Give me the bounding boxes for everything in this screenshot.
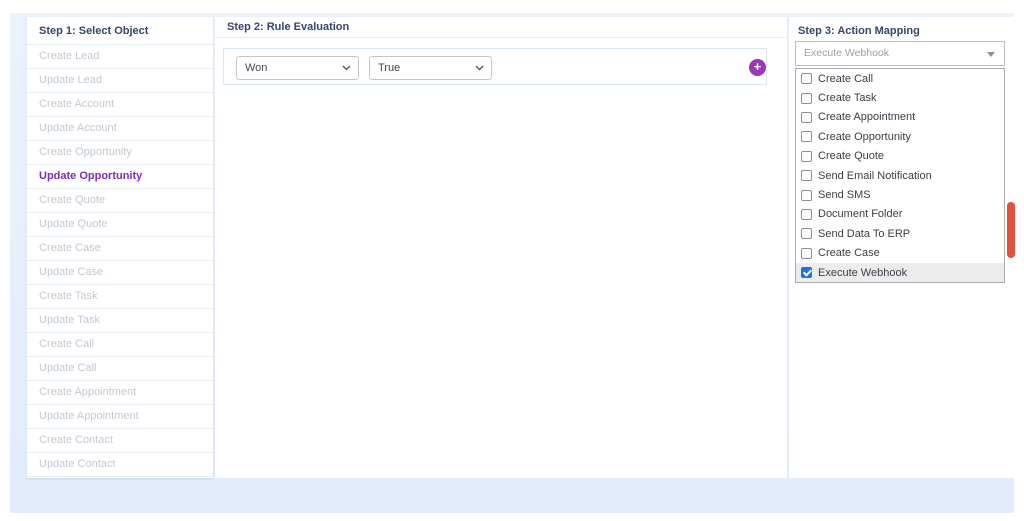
action-checkbox[interactable] <box>801 247 812 259</box>
step1-select-object-panel: Step 1: Select Object Create Lead Update… <box>27 17 213 478</box>
action-checkbox[interactable] <box>801 92 812 104</box>
action-option[interactable]: Send SMS <box>796 185 1004 204</box>
action-option[interactable]: Create Task <box>796 88 1004 107</box>
action-checkbox[interactable] <box>801 208 812 220</box>
action-mapping-select[interactable]: Execute Webhook <box>795 41 1005 66</box>
action-option[interactable]: Create Quote <box>796 147 1004 166</box>
action-option-label: Send Email Notification <box>818 169 932 182</box>
sidebar-item-object[interactable]: Update Call <box>27 357 213 381</box>
action-option-label: Execute Webhook <box>818 266 908 279</box>
rule-condition-select[interactable]: True <box>369 56 492 80</box>
action-checkbox[interactable] <box>801 228 812 240</box>
action-option-label: Create Appointment <box>818 111 916 124</box>
rule-condition-value: True <box>378 62 401 74</box>
chevron-down-icon <box>475 65 484 71</box>
caret-down-icon <box>987 52 995 57</box>
sidebar-item-object[interactable]: Create Account <box>27 93 213 117</box>
sidebar-item-object[interactable]: Update Opportunity <box>27 165 213 189</box>
action-option-label: Document Folder <box>818 208 903 221</box>
add-rule-button[interactable]: + <box>749 59 766 76</box>
action-option-label: Create Quote <box>818 150 885 163</box>
sidebar-item-object[interactable]: Create Call <box>27 333 213 357</box>
sidebar-item-object[interactable]: Update Task <box>27 309 213 333</box>
object-list: Create Lead Update Lead Create Account U… <box>27 45 213 477</box>
action-option[interactable]: Execute Webhook <box>796 262 1004 283</box>
step2-rule-evaluation-panel: Step 2: Rule Evaluation Won True + <box>215 17 788 478</box>
action-option[interactable]: Send Email Notification <box>796 166 1004 185</box>
sidebar-item-object[interactable]: Update Account <box>27 117 213 141</box>
action-checkbox[interactable] <box>801 267 812 279</box>
action-checkbox[interactable] <box>801 73 812 85</box>
action-option[interactable]: Document Folder <box>796 205 1004 224</box>
action-option[interactable]: Create Opportunity <box>796 127 1004 146</box>
action-option-label: Create Task <box>818 92 877 105</box>
action-checkbox[interactable] <box>801 131 812 143</box>
sidebar-item-object[interactable]: Create Contact <box>27 429 213 453</box>
action-option[interactable]: Create Case <box>796 244 1004 263</box>
action-option-label: Create Case <box>818 247 880 260</box>
action-checkbox[interactable] <box>801 170 812 182</box>
workflow-panel: Step 1: Select Object Create Lead Update… <box>10 13 1015 513</box>
action-checkbox[interactable] <box>801 189 812 201</box>
action-option-label: Send SMS <box>818 189 871 202</box>
action-checkbox[interactable] <box>801 111 812 123</box>
step3-action-mapping-panel: Step 3: Action Mapping Execute Webhook C… <box>789 17 1014 478</box>
sidebar-item-object[interactable]: Create Appointment <box>27 381 213 405</box>
action-option-label: Create Opportunity <box>818 130 911 143</box>
action-option[interactable]: Create Appointment <box>796 108 1004 127</box>
action-checkbox[interactable] <box>801 150 812 162</box>
rule-field-value: Won <box>245 62 268 74</box>
sidebar-item-object[interactable]: Create Lead <box>27 45 213 69</box>
action-option[interactable]: Send Data To ERP <box>796 224 1004 243</box>
sidebar-item-object[interactable]: Update Appointment <box>27 405 213 429</box>
sidebar-item-object[interactable]: Create Case <box>27 237 213 261</box>
step2-title: Step 2: Rule Evaluation <box>215 17 787 38</box>
sidebar-item-object[interactable]: Create Opportunity <box>27 141 213 165</box>
step3-title: Step 3: Action Mapping <box>798 25 920 37</box>
step1-title: Step 1: Select Object <box>27 17 213 45</box>
rule-row: Won True + <box>223 48 767 85</box>
sidebar-item-object[interactable]: Update Lead <box>27 69 213 93</box>
side-tab-handle[interactable] <box>1007 202 1015 258</box>
rule-field-select[interactable]: Won <box>236 56 359 80</box>
sidebar-item-object[interactable]: Update Quote <box>27 213 213 237</box>
sidebar-item-object[interactable]: Update Case <box>27 261 213 285</box>
sidebar-item-object[interactable]: Create Task <box>27 285 213 309</box>
action-options-dropdown: Create Call Create Task Create Appointme… <box>795 68 1005 284</box>
sidebar-item-object[interactable]: Create Quote <box>27 189 213 213</box>
action-option-label: Send Data To ERP <box>818 227 911 240</box>
action-option[interactable]: Create Call <box>796 69 1004 88</box>
sidebar-item-object[interactable]: Update Contact <box>27 453 213 477</box>
action-mapping-select-value: Execute Webhook <box>804 47 890 59</box>
action-option-label: Create Call <box>818 72 874 85</box>
chevron-down-icon <box>342 65 351 71</box>
